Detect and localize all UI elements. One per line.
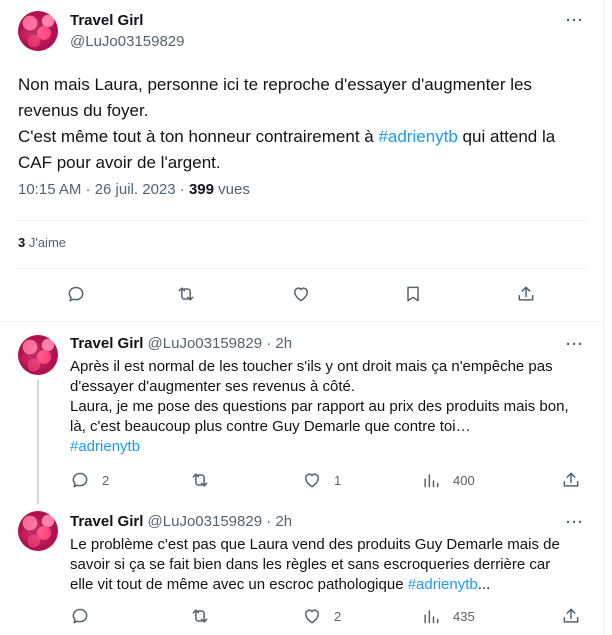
reply-icon [68,286,84,302]
reply-button[interactable] [66,284,86,304]
retweet-icon [178,287,194,301]
like-button[interactable] [291,284,311,304]
tweet-text-line: Non mais Laura, personne ici te reproche… [18,75,532,94]
reply-text: Après il est normal de les toucher s'ils… [70,357,590,457]
likes-label: J'aime [25,235,67,250]
hashtag-link[interactable]: #adrienytb [378,127,457,146]
hashtag-link[interactable]: #adrienytb [70,437,590,457]
like-button[interactable]: 2 [302,606,341,626]
retweet-button[interactable] [176,284,196,304]
views-button[interactable]: 435 [421,606,475,626]
bookmark-button[interactable] [403,284,423,304]
reply-text-line: d'essayer d'augmenter ses revenus à côté… [70,378,356,395]
reply-text-segment: elle vit tout de même avec un escroc pat… [70,576,408,593]
view-count: 400 [453,472,475,488]
reply-count: 2 [102,472,110,488]
share-icon [563,608,579,623]
reply-button[interactable]: 2 [70,470,109,490]
tweet-text-line: CAF pour avoir de l'argent. [18,153,221,172]
tweet-detail-panel: Travel Girl @LuJo03159829 ··· Non mais L… [0,0,604,635]
tweet-meta: 10:15 AM · 26 juil. 2023 · 399 vues [18,181,250,198]
author-name[interactable]: Travel Girl [70,12,143,29]
retweet-icon [192,473,208,487]
avatar[interactable] [18,511,58,551]
divider [16,268,588,269]
retweet-button[interactable] [190,606,222,626]
analytics-icon [424,610,439,624]
heart-icon [294,287,308,302]
tweet-text-segment: C'est même tout à ton honneur contrairem… [18,127,379,146]
author-handle[interactable]: @LuJo03159829 [70,33,185,50]
retweet-icon [192,609,208,623]
tweet-timestamp[interactable]: 10:15 AM · 26 juil. 2023 · [18,181,189,198]
share-button[interactable] [516,284,536,304]
heart-icon [305,609,319,624]
tweet-text-line: C'est même tout à ton honneur contrairem… [18,124,588,150]
avatar[interactable] [18,11,58,51]
views-button[interactable]: 400 [421,470,475,490]
reply-text: Le problème c'est pas que Laura vend des… [70,535,590,595]
more-options-icon[interactable]: ··· [566,336,584,353]
views-count: 399 [188,181,214,198]
share-button[interactable] [561,470,581,490]
views-label: vues [213,181,250,198]
like-count: 1 [334,472,342,488]
more-options-icon[interactable]: ··· [566,12,584,29]
author-name[interactable]: Travel Girl [70,335,143,352]
reply-text-line: là, c'est beaucoup plus contre Guy Demar… [70,418,471,435]
reply-text-line: savoir si ça se fait bien dans les règle… [70,556,551,573]
share-icon [518,286,534,301]
reply-text-line: Après il est normal de les toucher s'ils… [70,358,553,375]
thread-line [37,380,39,504]
reply-icon [72,472,88,488]
tweet-text-line: revenus du foyer. [18,101,149,120]
like-count: 2 [334,608,342,624]
retweet-button[interactable] [190,470,222,490]
share-icon [563,472,579,487]
reply-button[interactable] [70,606,102,626]
likes-summary[interactable]: 3 J'aime [18,235,66,250]
more-options-icon[interactable]: ··· [566,514,584,531]
reply-icon [72,608,88,624]
bookmark-icon [407,286,419,302]
share-button[interactable] [561,606,581,626]
analytics-icon [424,474,439,488]
avatar[interactable] [18,335,58,375]
ellipsis: ... [477,576,491,593]
author-name[interactable]: Travel Girl [70,513,143,530]
tweet-text-segment: qui attend la [457,127,556,146]
reply-text-line: Laura, je me pose des questions par rapp… [70,398,569,415]
hashtag-link[interactable]: #adrienytb [408,576,478,593]
reply-text-line: Le problème c'est pas que Laura vend des… [70,536,560,553]
divider [16,220,588,221]
reply-author: Travel Girl @LuJo03159829 · 2h [70,335,292,352]
tweet-text: Non mais Laura, personne ici te reproche… [18,72,588,176]
reply-author: Travel Girl @LuJo03159829 · 2h [70,513,292,530]
divider [0,321,604,322]
reply-text-line: elle vit tout de même avec un escroc pat… [70,575,590,595]
author-handle-time[interactable]: @LuJo03159829 · 2h [148,335,293,352]
view-count: 435 [453,608,475,624]
heart-icon [305,473,319,488]
like-button[interactable]: 1 [302,470,341,490]
author-handle-time[interactable]: @LuJo03159829 · 2h [148,513,293,530]
